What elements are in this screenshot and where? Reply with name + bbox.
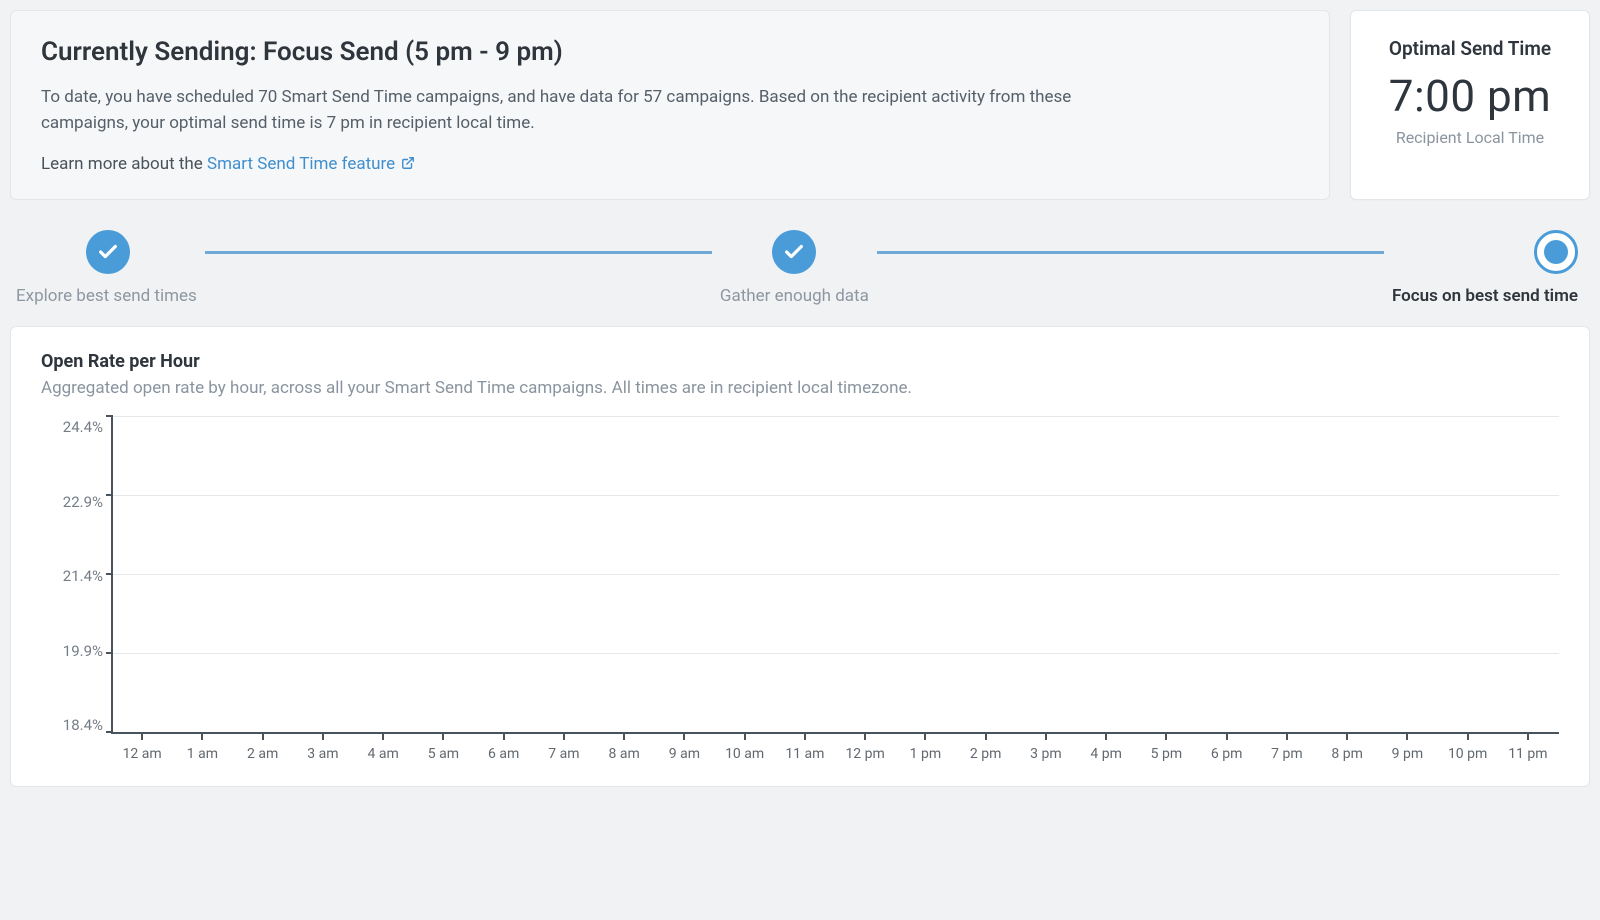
- step-explore-label: Explore best send times: [16, 286, 197, 306]
- x-tick-label: 6 am: [477, 746, 531, 762]
- x-tick-label: 9 pm: [1380, 746, 1434, 762]
- optimal-label: Optimal Send Time: [1361, 37, 1579, 60]
- x-tick-label: 8 am: [597, 746, 651, 762]
- sending-summary-card: Currently Sending: Focus Send (5 pm - 9 …: [10, 10, 1330, 200]
- step-connector: [205, 251, 712, 254]
- active-step-icon: [1534, 230, 1578, 274]
- x-tick-label: 11 pm: [1501, 746, 1555, 762]
- x-tick-label: 7 am: [537, 746, 591, 762]
- step-focus: Focus on best send time: [1392, 230, 1578, 306]
- x-tick-label: 8 pm: [1320, 746, 1374, 762]
- x-tick-label: 7 pm: [1260, 746, 1314, 762]
- x-tick-label: 9 am: [657, 746, 711, 762]
- step-connector: [877, 251, 1384, 254]
- x-tick-label: 5 pm: [1139, 746, 1193, 762]
- x-tick-label: 1 pm: [898, 746, 952, 762]
- chart-subtitle: Aggregated open rate by hour, across all…: [41, 378, 1559, 398]
- check-icon: [772, 230, 816, 274]
- optimal-subtext: Recipient Local Time: [1361, 128, 1579, 147]
- external-link-icon: [401, 155, 415, 175]
- smart-send-time-link[interactable]: Smart Send Time feature: [207, 154, 415, 174]
- x-tick-label: 12 am: [115, 746, 169, 762]
- chart-plot: 24.4% 22.9% 21.4% 19.9% 18.4%: [41, 416, 1559, 734]
- summary-body: To date, you have scheduled 70 Smart Sen…: [41, 85, 1161, 136]
- x-tick-label: 12 pm: [838, 746, 892, 762]
- x-tick-label: 2 am: [236, 746, 290, 762]
- optimal-time: 7:00 pm: [1361, 70, 1579, 122]
- chart-x-axis: 12 am 1 am 2 am 3 am 4 am 5 am 6 am 7 am 8 am 9 a…: [111, 740, 1559, 762]
- x-tick-label: 10 pm: [1441, 746, 1495, 762]
- x-tick-label: 4 am: [356, 746, 410, 762]
- x-tick-label: 6 pm: [1200, 746, 1254, 762]
- x-tick-label: 11 am: [778, 746, 832, 762]
- y-tick-label: 21.4%: [63, 567, 103, 585]
- step-gather-label: Gather enough data: [720, 286, 869, 306]
- learn-more-prefix: Learn more about the: [41, 154, 207, 174]
- learn-more-row: Learn more about the Smart Send Time fea…: [41, 154, 1299, 175]
- open-rate-chart-card: Open Rate per Hour Aggregated open rate …: [10, 326, 1590, 787]
- x-tick-label: 5 am: [416, 746, 470, 762]
- x-tick-label: 3 pm: [1019, 746, 1073, 762]
- x-tick-label: 4 pm: [1079, 746, 1133, 762]
- x-tick-label: 3 am: [296, 746, 350, 762]
- chart-title: Open Rate per Hour: [41, 351, 1559, 372]
- y-tick-label: 24.4%: [63, 418, 103, 436]
- y-tick-label: 19.9%: [63, 642, 103, 660]
- progress-stepper: Explore best send times Gather enough da…: [16, 230, 1584, 306]
- check-icon: [86, 230, 130, 274]
- chart-plot-area: [111, 416, 1559, 734]
- step-explore: Explore best send times: [86, 230, 197, 306]
- optimal-send-time-card: Optimal Send Time 7:00 pm Recipient Loca…: [1350, 10, 1590, 200]
- x-tick-label: 2 pm: [959, 746, 1013, 762]
- chart-y-axis: 24.4% 22.9% 21.4% 19.9% 18.4%: [41, 416, 103, 734]
- summary-title: Currently Sending: Focus Send (5 pm - 9 …: [41, 37, 1299, 67]
- step-focus-label: Focus on best send time: [1392, 286, 1578, 306]
- y-tick-label: 18.4%: [63, 716, 103, 734]
- x-tick-label: 10 am: [718, 746, 772, 762]
- x-tick-label: 1 am: [175, 746, 229, 762]
- step-gather: Gather enough data: [720, 230, 869, 306]
- y-tick-label: 22.9%: [63, 493, 103, 511]
